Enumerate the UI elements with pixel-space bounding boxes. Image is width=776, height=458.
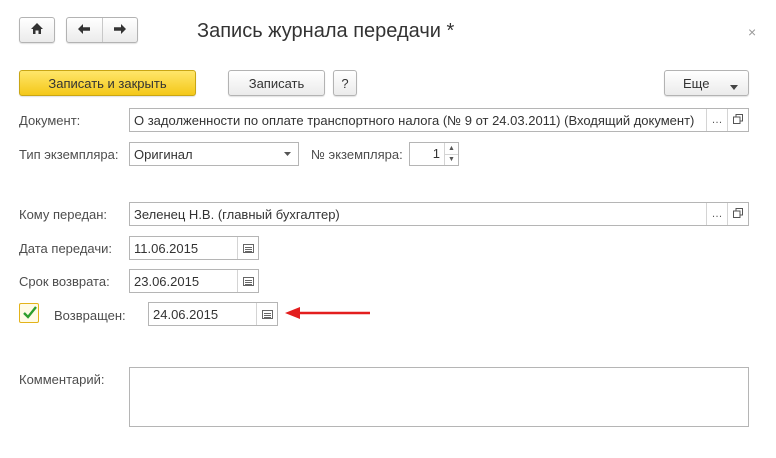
ellipsis-icon: …	[711, 114, 723, 126]
returned-date-field[interactable]: 24.06.2015	[148, 302, 278, 326]
help-button[interactable]: ?	[333, 70, 357, 96]
copy-number-label: № экземпляра:	[311, 147, 403, 162]
select-recipient-button[interactable]: …	[706, 203, 727, 225]
calendar-icon	[261, 309, 273, 319]
forward-button[interactable]	[101, 18, 138, 42]
calendar-button[interactable]	[237, 270, 258, 292]
return-deadline-label: Срок возврата:	[19, 274, 110, 289]
copy-number-stepper[interactable]: 1 ▲ ▼	[409, 142, 459, 166]
return-deadline-value: 23.06.2015	[134, 273, 200, 289]
copy-type-value: Оригинал	[134, 146, 193, 162]
comment-label: Комментарий:	[19, 372, 105, 387]
open-recipient-button[interactable]	[727, 203, 748, 225]
save-button[interactable]: Записать	[228, 70, 325, 96]
transfer-date-field[interactable]: 11.06.2015	[129, 236, 259, 260]
more-menu-button[interactable]: Еще	[664, 70, 749, 96]
returned-date-value: 24.06.2015	[153, 306, 219, 322]
arrow-right-icon	[113, 23, 127, 38]
window-title: Запись журнала передачи *	[197, 20, 455, 42]
copy-type-select[interactable]: Оригинал	[129, 142, 299, 166]
return-deadline-field[interactable]: 23.06.2015	[129, 269, 259, 293]
more-menu-label: Еще	[683, 75, 710, 91]
open-window-icon	[733, 113, 743, 127]
annotation-arrow-icon	[284, 306, 372, 323]
chevron-down-icon[interactable]	[277, 143, 298, 165]
close-icon[interactable]: ×	[748, 24, 756, 40]
transfer-date-value: 11.06.2015	[134, 240, 199, 256]
returned-checkbox[interactable]	[19, 303, 39, 323]
returned-label: Возвращен:	[54, 308, 126, 323]
calendar-button[interactable]	[256, 303, 277, 325]
ellipsis-icon: …	[711, 208, 723, 220]
recipient-value: Зеленец Н.В. (главный бухгалтер)	[134, 206, 340, 222]
home-icon	[30, 22, 44, 38]
document-field[interactable]: О задолженности по оплате транспортного …	[129, 108, 749, 132]
chevron-down-icon	[730, 79, 738, 94]
calendar-button[interactable]	[237, 237, 258, 259]
copy-number-value: 1	[432, 146, 440, 161]
calendar-icon	[242, 243, 254, 253]
select-document-button[interactable]: …	[706, 109, 727, 131]
document-value: О задолженности по оплате транспортного …	[134, 112, 695, 128]
recipient-label: Кому передан:	[19, 207, 108, 222]
recipient-field[interactable]: Зеленец Н.В. (главный бухгалтер) …	[129, 202, 749, 226]
copy-type-label: Тип экземпляра:	[19, 147, 119, 162]
history-nav	[66, 17, 138, 43]
back-button[interactable]	[67, 18, 102, 42]
save-and-close-button[interactable]: Записать и закрыть	[19, 70, 196, 96]
document-label: Документ:	[19, 113, 81, 128]
home-button[interactable]	[19, 17, 55, 43]
comment-field[interactable]	[129, 367, 749, 427]
calendar-icon	[242, 276, 254, 286]
transfer-date-label: Дата передачи:	[19, 241, 113, 256]
arrow-left-icon	[77, 23, 91, 38]
increment-icon[interactable]: ▲	[445, 143, 458, 154]
checkmark-icon	[22, 305, 38, 324]
open-window-icon	[733, 207, 743, 221]
open-document-button[interactable]	[727, 109, 748, 131]
decrement-icon[interactable]: ▼	[445, 153, 458, 166]
